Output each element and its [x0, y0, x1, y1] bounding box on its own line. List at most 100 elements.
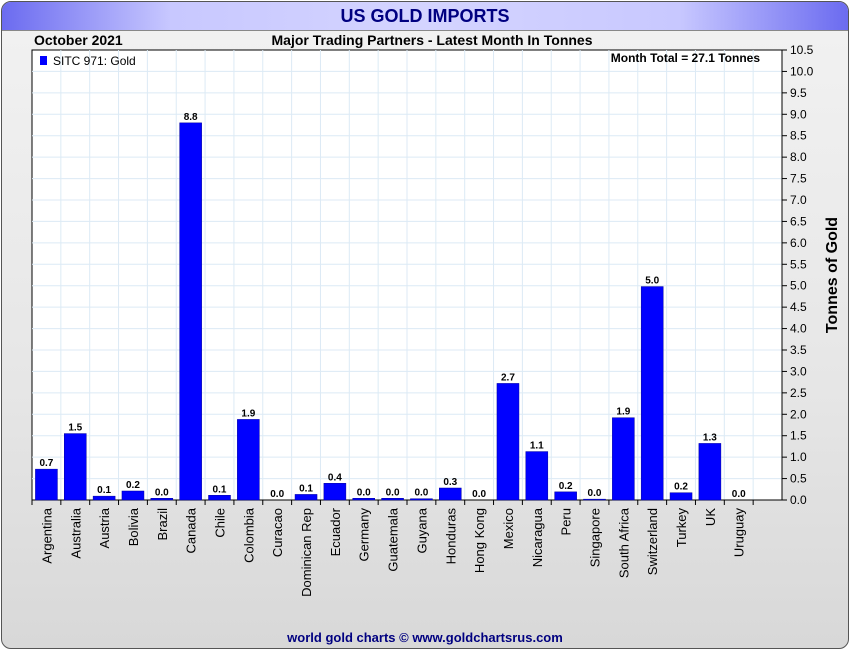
data-label: 0.0	[732, 489, 746, 500]
y-tick-label: 2.0	[790, 407, 807, 421]
x-tick-label: Hong Kong	[472, 508, 487, 573]
x-tick-label: Germany	[357, 508, 372, 562]
x-tick-label: Guatemala	[386, 507, 401, 571]
y-tick-label: 5.0	[790, 279, 807, 293]
y-tick-label: 3.0	[790, 364, 807, 378]
x-tick-label: Guyana	[414, 507, 429, 553]
y-tick-label: 8.0	[790, 150, 807, 164]
data-label: 0.0	[386, 487, 400, 498]
bar-austria	[92, 495, 116, 501]
data-label: 2.7	[501, 372, 515, 383]
x-tick-label: Peru	[559, 508, 574, 535]
x-tick-label: Switzerland	[645, 508, 660, 575]
y-tick-label: 7.5	[790, 172, 807, 186]
data-label: 1.1	[530, 441, 544, 452]
bar-brazil	[150, 498, 174, 501]
x-tick-label: Singapore	[588, 508, 603, 567]
data-label: 1.3	[703, 432, 717, 443]
x-tick-label: Curacao	[270, 508, 285, 557]
bar-ecuador	[323, 483, 347, 501]
x-tick-label: Turkey	[674, 508, 689, 548]
y-tick-label: 0.5	[790, 472, 807, 486]
y-tick-label: 4.5	[790, 300, 807, 314]
month-total-annotation: Month Total = 27.1 Tonnes	[611, 51, 761, 65]
bar-nicaragua	[525, 451, 549, 501]
x-tick-label: Argentina	[39, 507, 54, 563]
y-tick-label: 8.5	[790, 129, 807, 143]
data-label: 0.0	[588, 488, 602, 499]
y-tick-label: 1.5	[790, 429, 807, 443]
data-label: 0.4	[328, 472, 342, 483]
y-axis-title: Tonnes of Gold	[824, 217, 841, 333]
y-tick-label: 10.0	[790, 64, 814, 78]
bar-switzerland	[640, 286, 664, 501]
y-tick-label: 0.0	[790, 493, 807, 507]
data-label: 0.2	[559, 481, 573, 492]
data-label: 5.0	[645, 276, 659, 287]
data-label: 0.7	[39, 458, 53, 469]
bar-uk	[698, 443, 722, 501]
data-label: 0.2	[674, 482, 688, 493]
x-tick-label: Bolivia	[126, 507, 141, 546]
y-tick-label: 3.5	[790, 343, 807, 357]
x-tick-label: UK	[703, 508, 718, 526]
data-label: 0.0	[414, 488, 428, 499]
footer-credit: world gold charts © www.goldchartsrus.co…	[287, 630, 563, 645]
period-label: October 2021	[34, 32, 123, 48]
bar-australia	[64, 433, 87, 501]
data-label: 1.9	[241, 408, 255, 419]
data-label: 0.1	[97, 485, 111, 496]
bar-guatemala	[381, 498, 404, 501]
bar-dominican-rep	[294, 494, 318, 501]
y-tick-label: 6.0	[790, 236, 807, 250]
data-label: 0.0	[357, 487, 371, 498]
data-label: 0.1	[299, 483, 313, 494]
bar-guyana	[410, 498, 433, 501]
y-tick-label: 6.5	[790, 214, 807, 228]
x-tick-label: Canada	[184, 507, 199, 553]
y-tick-label: 5.5	[790, 257, 807, 271]
bar-argentina	[35, 468, 58, 501]
bar-germany	[352, 498, 375, 501]
bar-chile	[208, 495, 231, 501]
x-tick-label: Brazil	[155, 508, 170, 541]
bar-mexico	[496, 383, 520, 501]
y-tick-label: 4.0	[790, 322, 807, 336]
x-tick-label: Australia	[68, 507, 83, 558]
data-label: 0.2	[126, 480, 140, 491]
x-tick-label: Dominican Rep	[299, 508, 314, 597]
bar-honduras	[439, 487, 462, 501]
data-label: 0.3	[443, 477, 457, 488]
x-tick-label: Austria	[97, 507, 112, 548]
x-tick-label: South Africa	[616, 507, 631, 578]
y-tick-label: 10.5	[790, 43, 814, 57]
y-tick-label: 9.5	[790, 86, 807, 100]
x-tick-label: Uruguay	[732, 508, 747, 558]
data-label: 1.9	[616, 407, 630, 418]
chart-subtitle: Major Trading Partners - Latest Month In…	[272, 32, 593, 48]
bar-peru	[554, 491, 577, 501]
x-tick-label: Ecuador	[328, 507, 343, 556]
legend-label: SITC 971: Gold	[53, 54, 136, 68]
bar-chart: October 2021 Major Trading Partners - Lat…	[31, 32, 841, 597]
y-tick-label: 9.0	[790, 107, 807, 121]
bar-turkey	[669, 492, 693, 501]
bar-south-africa	[612, 417, 635, 501]
x-tick-label: Honduras	[443, 508, 458, 565]
data-label: 0.0	[155, 487, 169, 498]
bar-bolivia	[121, 490, 145, 501]
data-label: 0.0	[472, 489, 486, 500]
legend-swatch	[40, 56, 47, 65]
x-tick-label: Colombia	[241, 507, 256, 563]
data-label: 0.1	[213, 484, 227, 495]
y-tick-label: 2.5	[790, 386, 807, 400]
y-tick-label: 7.0	[790, 193, 807, 207]
x-tick-label: Nicaragua	[530, 507, 545, 567]
bar-singapore	[583, 498, 606, 501]
bar-colombia	[237, 419, 260, 501]
y-tick-label: 1.0	[790, 450, 807, 464]
data-label: 8.8	[184, 112, 198, 123]
x-tick-label: Chile	[213, 508, 228, 538]
x-tick-label: Mexico	[501, 508, 516, 549]
data-label: 0.0	[270, 489, 284, 500]
